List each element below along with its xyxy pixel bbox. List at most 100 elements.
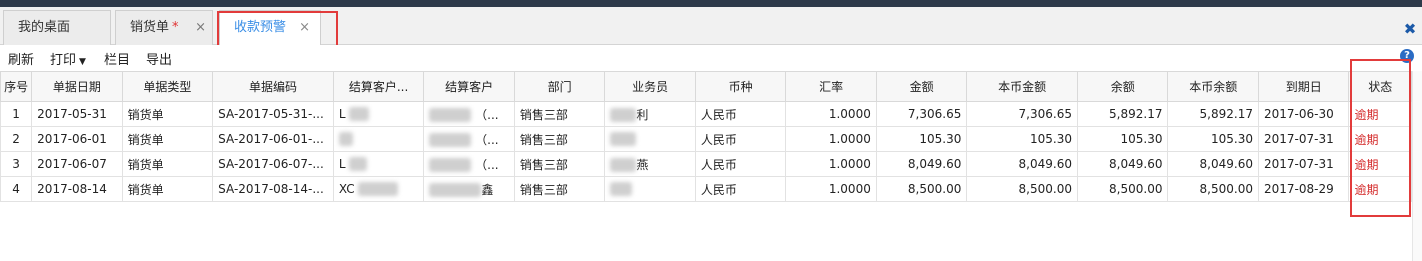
cell-no: 3 [0, 151, 33, 177]
chevron-down-icon: ▼ [79, 57, 86, 67]
customer-name-text: （... [475, 107, 499, 122]
cell-local-balance: 8,500.00 [1167, 176, 1259, 202]
column-header[interactable]: 结算客户... [332, 71, 425, 102]
column-header[interactable]: 金额 [875, 71, 968, 102]
cell-customer-code [332, 126, 425, 152]
cell-type: 销货单 [121, 101, 214, 127]
column-header[interactable]: 余额 [1076, 71, 1169, 102]
redaction-mask [610, 132, 637, 147]
redaction-mask [358, 182, 399, 197]
column-header[interactable]: 本币金额 [966, 71, 1078, 102]
cell-balance: 8,049.60 [1076, 151, 1169, 177]
cell-customer-name: （... [423, 126, 515, 152]
cell-balance: 5,892.17 [1076, 101, 1169, 127]
column-header[interactable]: 币种 [694, 71, 787, 102]
cell-customer-name: （... [423, 101, 515, 127]
cell-due-date: 2017-07-31 [1257, 126, 1350, 152]
redaction-mask [610, 108, 637, 122]
column-header[interactable]: 单据日期 [31, 71, 123, 102]
cell-type: 销货单 [121, 151, 214, 177]
cell-customer-code: L [332, 101, 425, 127]
cell-due-date: 2017-08-29 [1257, 176, 1350, 202]
cell-customer-code: L [332, 151, 425, 177]
column-header[interactable]: 本币余额 [1167, 71, 1259, 102]
cell-rate: 1.0000 [785, 126, 877, 152]
cell-date: 2017-06-01 [31, 126, 123, 152]
cell-type: 销货单 [121, 126, 214, 152]
customer-code-text: L [338, 156, 346, 171]
customer-name-text: 鑫 [481, 182, 494, 197]
export-button[interactable]: 导出 [146, 49, 172, 68]
column-header[interactable]: 汇率 [785, 71, 877, 102]
redaction-mask [429, 133, 472, 147]
customer-code-text: XC [338, 181, 355, 196]
column-header[interactable]: 业务员 [604, 71, 696, 102]
refresh-button[interactable]: 刷新 [8, 49, 34, 68]
cell-no: 4 [0, 176, 33, 202]
redaction-mask [429, 183, 482, 197]
customer-code-text: L [338, 106, 346, 121]
modified-indicator: * [172, 20, 179, 35]
cell-local-amount: 8,049.60 [966, 151, 1078, 177]
cell-local-balance: 5,892.17 [1167, 101, 1259, 127]
column-header[interactable]: 序号 [0, 71, 33, 102]
cell-code: SA-2017-06-07-... [212, 151, 334, 177]
staff-text: 燕 [636, 157, 649, 172]
cell-rate: 1.0000 [785, 101, 877, 127]
tab-sales-order[interactable]: 销货单 * × [115, 10, 213, 45]
top-bar [0, 0, 1422, 7]
print-button[interactable]: 打印 ▼ [50, 49, 86, 68]
table-row[interactable]: 3 2017-06-07 销货单 SA-2017-06-07-... L （..… [0, 151, 1412, 177]
cell-due-date: 2017-07-31 [1257, 151, 1350, 177]
cell-no: 1 [0, 101, 33, 127]
status-highlight-box [1350, 59, 1411, 217]
column-header[interactable]: 结算客户 [423, 71, 515, 102]
tab-desktop[interactable]: 我的桌面 [3, 10, 111, 45]
cell-currency: 人民币 [694, 101, 787, 127]
cell-date: 2017-08-14 [31, 176, 123, 202]
redaction-mask [349, 107, 370, 122]
cell-local-amount: 8,500.00 [966, 176, 1078, 202]
cell-currency: 人民币 [694, 126, 787, 152]
column-header[interactable]: 单据类型 [121, 71, 214, 102]
close-all-icon[interactable]: ✖ [1402, 21, 1418, 37]
cell-date: 2017-05-31 [31, 101, 123, 127]
cell-local-amount: 7,306.65 [966, 101, 1078, 127]
cell-code: SA-2017-05-31-... [212, 101, 334, 127]
cell-staff [604, 176, 696, 202]
table-row[interactable]: 2 2017-06-01 销货单 SA-2017-06-01-... （... … [0, 126, 1412, 152]
customer-name-text: （... [475, 132, 499, 147]
cell-amount: 8,049.60 [875, 151, 968, 177]
tab-close-icon[interactable]: × [195, 11, 206, 44]
print-label: 打印 [50, 53, 77, 68]
redaction-mask [338, 132, 353, 147]
staff-text: 利 [636, 107, 649, 122]
cell-currency: 人民币 [694, 176, 787, 202]
column-header[interactable]: 到期日 [1257, 71, 1350, 102]
redaction-mask [610, 182, 633, 197]
table-row[interactable]: 1 2017-05-31 销货单 SA-2017-05-31-... L （..… [0, 101, 1412, 127]
cell-local-balance: 105.30 [1167, 126, 1259, 152]
redaction-mask [610, 158, 637, 172]
warning-table: 序号 单据日期 单据类型 单据编码 结算客户... 结算客户 部门 业务员 币种… [0, 71, 1412, 202]
vertical-scrollbar[interactable] [1412, 71, 1422, 261]
cell-type: 销货单 [121, 176, 214, 202]
tab-strip: 我的桌面 销货单 * × 收款预警 × ✖ [0, 7, 1422, 48]
cell-rate: 1.0000 [785, 176, 877, 202]
cell-local-balance: 8,049.60 [1167, 151, 1259, 177]
cell-rate: 1.0000 [785, 151, 877, 177]
table-row[interactable]: 4 2017-08-14 销货单 SA-2017-08-14-... XC 鑫 … [0, 176, 1412, 202]
toolbar: 刷新 打印 ▼ 栏目 导出 ? [0, 45, 1422, 71]
cell-code: SA-2017-08-14-... [212, 176, 334, 202]
tab-label: 销货单 [130, 20, 170, 35]
column-header[interactable]: 部门 [513, 71, 606, 102]
cell-local-amount: 105.30 [966, 126, 1078, 152]
cell-date: 2017-06-07 [31, 151, 123, 177]
column-header[interactable]: 单据编码 [212, 71, 334, 102]
cell-staff: 利 [604, 101, 696, 127]
cell-due-date: 2017-06-30 [1257, 101, 1350, 127]
cell-staff [604, 126, 696, 152]
columns-button[interactable]: 栏目 [104, 49, 130, 68]
cell-customer-code: XC [332, 176, 425, 202]
cell-no: 2 [0, 126, 33, 152]
